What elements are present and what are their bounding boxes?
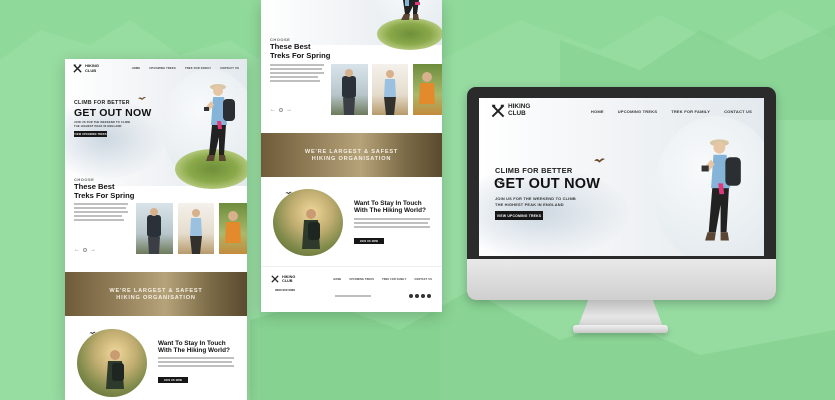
navbar: HIKING CLUB HOME UPCOMING TREKS TREK FOR… <box>65 64 247 73</box>
trek-photo-3-b[interactable] <box>413 64 442 115</box>
contact-title-2-b: With The Hiking World? <box>354 207 426 215</box>
contact-title-2: With The Hiking World? <box>158 347 230 355</box>
contact-title-1: Want To Stay In Touch <box>158 340 226 347</box>
screen-navbar: HIKING CLUB HOME UPCOMING TREKS TREK FOR… <box>479 104 764 118</box>
nav-upcoming-treks[interactable]: UPCOMING TREKS <box>149 67 176 70</box>
screen-logo-line2: CLUB <box>508 110 526 117</box>
monitor-stand-neck <box>578 300 663 327</box>
banner-line-2-b: HIKING ORGANISATION <box>311 155 392 162</box>
bird-icon <box>138 96 146 100</box>
screen-hiker-figure <box>701 139 741 241</box>
screen-hero-subline-2: THE HIGHEST PEAK IN ENGLAND <box>495 202 564 208</box>
hiker-figure-2 <box>401 0 420 20</box>
footer-nav: HIKING CLUB HOME UPCOMING TREKS TREK FOR… <box>261 275 442 283</box>
footer-phone: 0000 000 0000 <box>275 288 296 292</box>
screen-hero-tagline: CLIMB FOR BETTER <box>495 166 573 175</box>
nav-home[interactable]: HOME <box>132 67 141 70</box>
trek-photo-2-b[interactable] <box>372 64 408 115</box>
bird-icon-3 <box>285 191 292 195</box>
logo[interactable]: HIKING CLUB <box>73 64 99 73</box>
crossed-axes-icon-footer <box>271 275 279 283</box>
instagram-icon[interactable] <box>421 294 425 298</box>
hiker-figure <box>204 84 235 161</box>
treks-description <box>74 203 128 223</box>
treks-title-2-b: Treks For Spring <box>270 50 331 60</box>
trek-photo-1[interactable] <box>136 203 173 254</box>
footer-nav-contact-us[interactable]: CONTACT US <box>415 278 433 281</box>
screen-crossed-axes-icon <box>491 104 505 118</box>
contact-title-1-b: Want To Stay In Touch <box>354 200 422 207</box>
screen-bird-icon <box>594 158 605 163</box>
trek-photo-3[interactable] <box>219 203 247 254</box>
nav-contact-us[interactable]: CONTACT US <box>220 67 239 70</box>
banner-largest-safest-2: WE'RE LARGEST & SAFEST HIKING ORGANISATI… <box>261 133 442 177</box>
trek-photo-1-b[interactable] <box>331 64 368 115</box>
trek-photo-2[interactable] <box>178 203 214 254</box>
footer-logo[interactable]: HIKING CLUB <box>271 275 295 283</box>
nav-trek-for-family[interactable]: TREK FOR FAMILY <box>185 67 211 70</box>
youtube-icon[interactable] <box>427 294 431 298</box>
hero-tagline: CLIMB FOR BETTER <box>74 100 130 106</box>
social-icons <box>409 294 431 298</box>
screen-nav-home[interactable]: HOME <box>591 109 604 114</box>
carousel-controls-2[interactable]: ← → <box>270 107 292 113</box>
view-upcoming-treks-button[interactable]: VIEW UPCOMING TREKS <box>74 131 107 137</box>
contact-description-2 <box>354 218 431 230</box>
footer-copyright <box>335 295 371 297</box>
join-us-now-button[interactable]: JOIN US NOW <box>158 377 188 383</box>
desktop-monitor: HIKING CLUB HOME UPCOMING TREKS TREK FOR… <box>467 87 776 300</box>
footer-nav-trek-for-family[interactable]: TREK FOR FAMILY <box>382 278 406 281</box>
footer-nav-upcoming-treks[interactable]: UPCOMING TREKS <box>349 278 374 281</box>
monitor-chin <box>467 259 776 300</box>
bird-icon-2 <box>89 331 96 335</box>
screen-nav-trek-for-family[interactable]: TREK FOR FAMILY <box>671 109 710 114</box>
footer-logo-line2: CLUB <box>282 279 293 283</box>
screen-hero-headline: GET OUT NOW <box>494 176 601 192</box>
footer: HIKING CLUB HOME UPCOMING TREKS TREK FOR… <box>261 266 442 312</box>
screen-logo[interactable]: HIKING CLUB <box>491 104 530 118</box>
banner-largest-safest: WE'RE LARGEST & SAFEST HIKING ORGANISATI… <box>65 272 247 316</box>
monitor-screen: HIKING CLUB HOME UPCOMING TREKS TREK FOR… <box>479 98 764 256</box>
screen-view-upcoming-treks-button[interactable]: VIEW UPCOMING TREKS <box>495 211 543 220</box>
treks-description-2 <box>270 64 324 84</box>
crossed-axes-icon <box>73 64 82 73</box>
hero-subline-2: THE HIGHEST PEAK IN ENGLAND <box>74 124 122 128</box>
logo-line2: CLUB <box>85 67 97 73</box>
monitor-stand-base <box>573 325 668 333</box>
contact-description <box>158 357 235 369</box>
treks-title-2: Treks For Spring <box>74 190 135 200</box>
screen-nav-contact-us[interactable]: CONTACT US <box>724 109 752 114</box>
carousel-controls[interactable]: ← → <box>74 247 96 253</box>
facebook-icon[interactable] <box>409 294 413 298</box>
page-mockup-left: HIKING CLUB HOME UPCOMING TREKS TREK FOR… <box>65 59 247 400</box>
banner-line-1-b: WE'RE LARGEST & SAFEST <box>304 148 399 155</box>
screen-nav-upcoming-treks[interactable]: UPCOMING TREKS <box>618 109 657 114</box>
contact-round-photo-2 <box>273 189 343 256</box>
contact-round-photo <box>77 329 147 397</box>
join-us-now-button-2[interactable]: JOIN US NOW <box>354 238 384 244</box>
banner-line-2: HIKING ORGANISATION <box>116 294 196 301</box>
banner-line-1: WE'RE LARGEST & SAFEST <box>109 287 203 294</box>
footer-nav-home[interactable]: HOME <box>333 278 341 281</box>
page-mockup-middle: CHOOSE These Best Treks For Spring ← → W… <box>261 0 442 312</box>
hero-headline: GET OUT NOW <box>74 107 152 119</box>
twitter-icon[interactable] <box>415 294 419 298</box>
